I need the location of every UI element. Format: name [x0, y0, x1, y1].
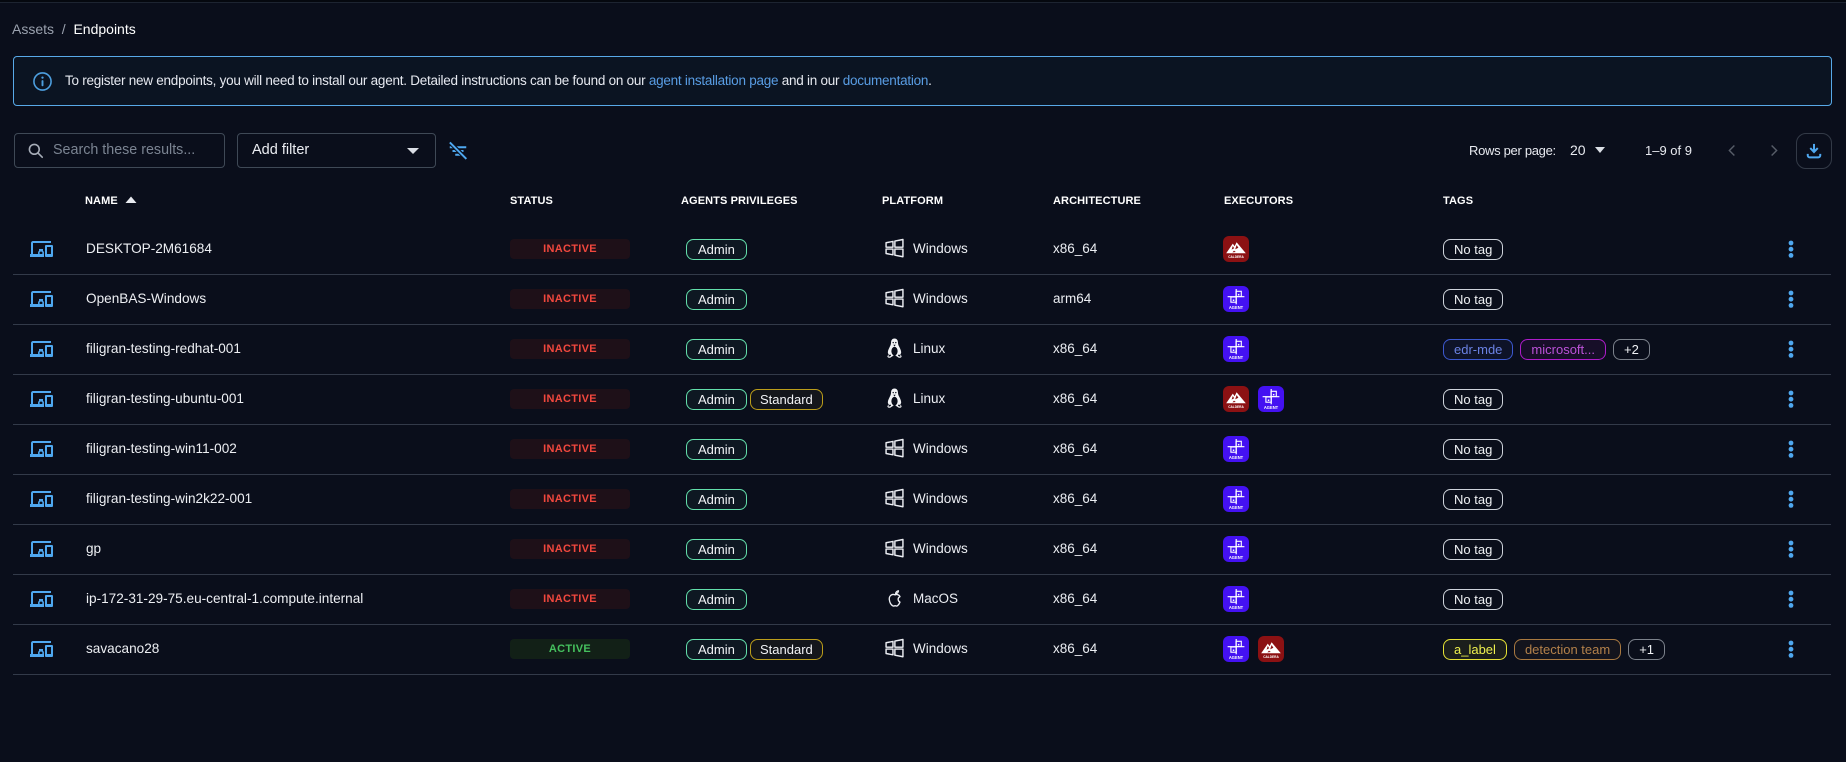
- svg-text:CALDERA: CALDERA: [1228, 255, 1244, 259]
- svg-text:AGENT: AGENT: [1229, 505, 1244, 510]
- svg-text:AGENT: AGENT: [1229, 305, 1244, 310]
- svg-text:AGENT: AGENT: [1229, 605, 1244, 610]
- svg-text:AGENT: AGENT: [1229, 655, 1244, 660]
- svg-text:AGENT: AGENT: [1229, 355, 1244, 360]
- svg-text:CALDERA: CALDERA: [1263, 655, 1279, 659]
- svg-text:CALDERA: CALDERA: [1228, 405, 1244, 409]
- svg-text:AGENT: AGENT: [1229, 455, 1244, 460]
- svg-text:AGENT: AGENT: [1264, 405, 1279, 410]
- svg-text:AGENT: AGENT: [1229, 555, 1244, 560]
